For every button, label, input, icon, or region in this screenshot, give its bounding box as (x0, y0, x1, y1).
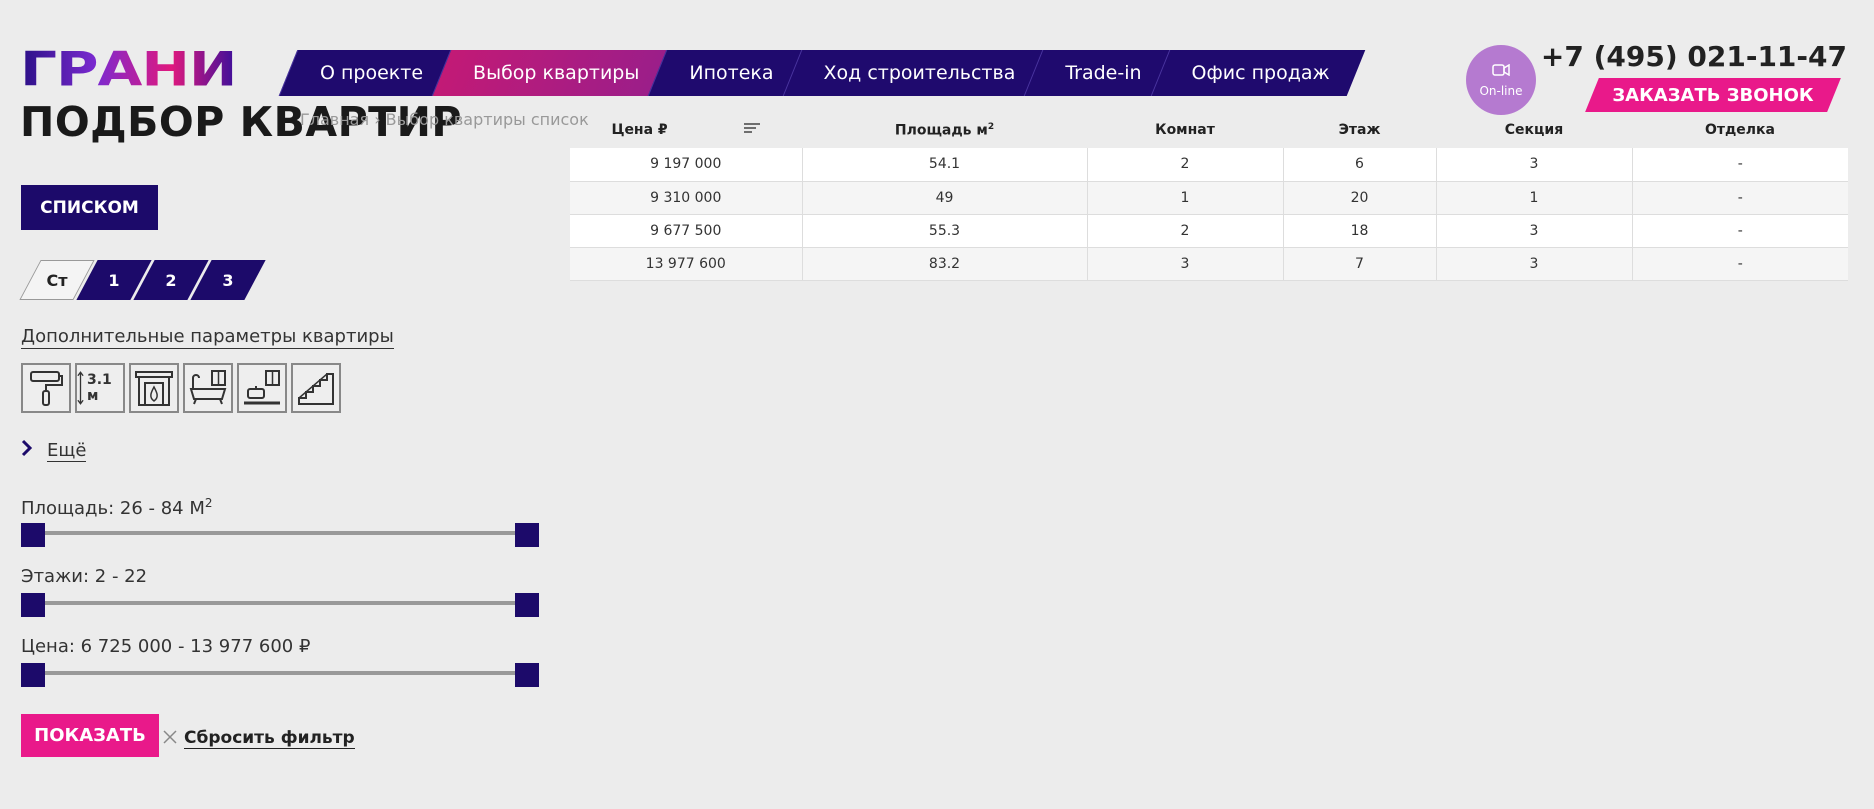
cell-finish: - (1632, 214, 1848, 248)
cell-finish: - (1632, 247, 1848, 281)
cell-finish: - (1632, 148, 1848, 182)
area-range-label: Площадь: 26 - 84 М2 (21, 496, 213, 519)
online-button[interactable]: On-line (1466, 45, 1536, 115)
price-range: Цена: 6 725 000 - 13 977 600 ₽ (21, 636, 539, 687)
cell-price: 9 197 000 (570, 148, 803, 182)
cell-rooms: 2 (1087, 214, 1284, 248)
ceiling-height-label: 3.1 м (87, 372, 112, 404)
reset-filter-button[interactable]: Сбросить фильтр (162, 726, 355, 750)
more-filters-label: Ещё (47, 439, 87, 462)
ceiling-height-icon[interactable]: 3.1 м (75, 363, 125, 413)
cell-price: 13 977 600 (570, 247, 803, 281)
nav-item-choose-apartment[interactable]: Выбор квартиры (441, 50, 665, 96)
cell-finish: - (1632, 181, 1848, 215)
column-header-price[interactable]: Цена ₽ (570, 112, 802, 148)
list-view-button[interactable]: СПИСКОМ (21, 185, 158, 230)
cell-price: 9 677 500 (570, 214, 803, 248)
floors-range-max-handle[interactable] (515, 593, 539, 617)
cell-floor: 18 (1283, 214, 1437, 248)
price-range-track[interactable] (31, 671, 529, 675)
column-header-finish[interactable]: Отделка (1632, 112, 1848, 148)
room-filter-1[interactable]: 1 (87, 260, 141, 300)
price-range-label: Цена: 6 725 000 - 13 977 600 ₽ (21, 636, 311, 657)
close-icon (162, 726, 178, 750)
column-header-section[interactable]: Секция (1436, 112, 1632, 148)
area-range-track[interactable] (31, 531, 529, 535)
nav-item-trade-in[interactable]: Trade-in (1033, 50, 1167, 96)
callback-button[interactable]: ЗАКАЗАТЬ ЗВОНОК (1592, 78, 1834, 112)
cell-rooms: 2 (1087, 148, 1284, 182)
kitchen-window-icon[interactable] (237, 363, 287, 413)
table-row[interactable]: 9 677 500 55.3 2 18 3 - (570, 214, 1848, 248)
main-nav: О проекте Выбор квартиры Ипотека Ход стр… (288, 50, 1356, 96)
paint-roller-icon[interactable] (21, 363, 71, 413)
table-row[interactable]: 9 310 000 49 1 20 1 - (570, 181, 1848, 215)
fireplace-icon[interactable] (129, 363, 179, 413)
cell-floor: 20 (1283, 181, 1437, 215)
reset-filter-label: Сбросить фильтр (184, 727, 355, 749)
floors-range-label: Этажи: 2 - 22 (21, 566, 148, 587)
nav-item-about[interactable]: О проекте (288, 50, 449, 96)
cell-section: 3 (1436, 214, 1633, 248)
cell-floor: 7 (1283, 247, 1437, 281)
show-button[interactable]: ПОКАЗАТЬ (21, 714, 159, 757)
cell-floor: 6 (1283, 148, 1437, 182)
cell-section: 3 (1436, 247, 1633, 281)
area-range-min-handle[interactable] (21, 523, 45, 547)
price-range-max-handle[interactable] (515, 663, 539, 687)
column-header-rooms[interactable]: Комнат (1087, 112, 1283, 148)
cell-rooms: 3 (1087, 247, 1284, 281)
cell-area: 54.1 (802, 148, 1088, 182)
area-range-max-handle[interactable] (515, 523, 539, 547)
chevron-right-icon (21, 438, 33, 463)
bathroom-window-icon[interactable] (183, 363, 233, 413)
cell-area: 55.3 (802, 214, 1088, 248)
phone-number[interactable]: +7 (495) 021-11-47 (1541, 40, 1847, 73)
video-camera-icon (1492, 62, 1510, 80)
feature-filters: 3.1 м (21, 363, 345, 413)
sort-icon[interactable] (743, 122, 761, 138)
stairs-icon[interactable] (291, 363, 341, 413)
floors-range: Этажи: 2 - 22 (21, 566, 539, 617)
cell-area: 49 (802, 181, 1088, 215)
cell-price: 9 310 000 (570, 181, 803, 215)
extra-params-link[interactable]: Дополнительные параметры квартиры (21, 326, 394, 349)
column-header-floor[interactable]: Этаж (1283, 112, 1436, 148)
table-row[interactable]: 9 197 000 54.1 2 6 3 - (570, 148, 1848, 182)
room-filter-3[interactable]: 3 (201, 260, 255, 300)
room-filter: Ст 1 2 3 (30, 260, 258, 300)
nav-item-sales-office[interactable]: Офис продаж (1160, 50, 1356, 96)
cell-rooms: 1 (1087, 181, 1284, 215)
floors-range-min-handle[interactable] (21, 593, 45, 617)
apartments-table: Цена ₽ Площадь м2 Комнат Этаж Секция Отд… (570, 112, 1848, 281)
cell-section: 1 (1436, 181, 1633, 215)
more-filters-toggle[interactable]: Ещё (21, 438, 87, 463)
online-label: On-line (1479, 84, 1523, 98)
nav-item-mortgage[interactable]: Ипотека (657, 50, 799, 96)
room-filter-2[interactable]: 2 (144, 260, 198, 300)
cell-area: 83.2 (802, 247, 1088, 281)
column-header-area[interactable]: Площадь м2 (802, 112, 1087, 148)
room-filter-studio[interactable]: Ст (30, 260, 84, 300)
table-row[interactable]: 13 977 600 83.2 3 7 3 - (570, 247, 1848, 281)
cell-section: 3 (1436, 148, 1633, 182)
area-range: Площадь: 26 - 84 М2 (21, 496, 539, 547)
logo[interactable]: ГРАНИ (20, 45, 237, 93)
price-range-min-handle[interactable] (21, 663, 45, 687)
breadcrumb[interactable]: Главная › Выбор квартиры список (300, 110, 589, 129)
floors-range-track[interactable] (31, 601, 529, 605)
nav-item-construction[interactable]: Ход строительства (792, 50, 1042, 96)
